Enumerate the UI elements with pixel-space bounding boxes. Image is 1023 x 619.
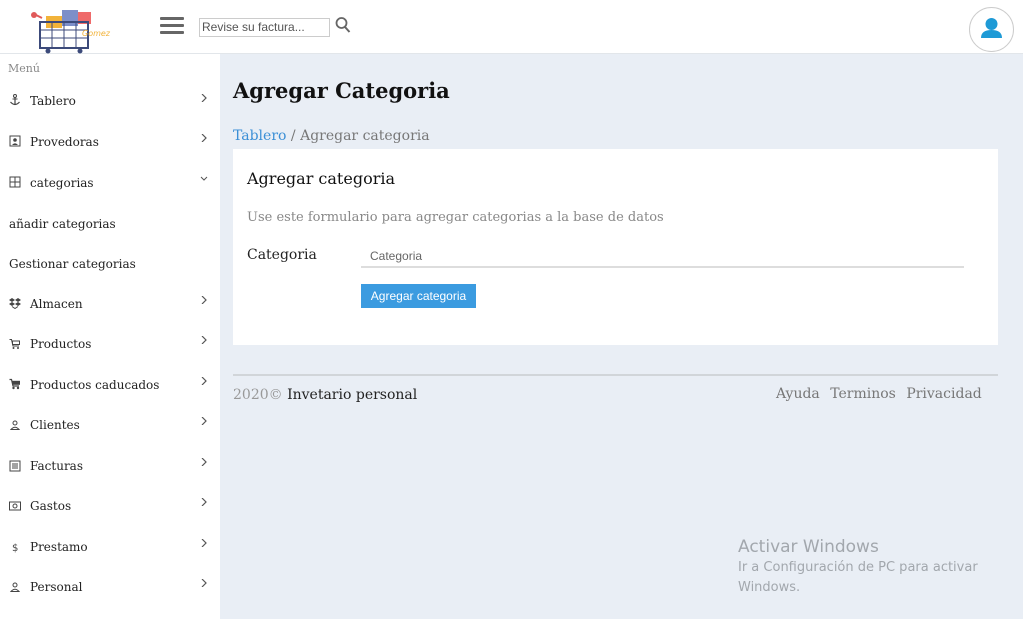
dropbox-icon bbox=[9, 298, 21, 309]
chevron-right-icon bbox=[201, 94, 207, 102]
search-icon[interactable] bbox=[335, 16, 351, 34]
menu-toggle-icon[interactable] bbox=[160, 17, 184, 37]
sidebar-item-prestamo[interactable]: $ Prestamo bbox=[0, 530, 220, 570]
person-icon bbox=[9, 582, 21, 592]
category-field-label: Categoria bbox=[247, 247, 317, 263]
sidebar-item-label: Personal bbox=[30, 580, 83, 594]
dollar-icon: $ bbox=[12, 543, 18, 553]
chevron-down-icon bbox=[200, 176, 208, 181]
money-icon bbox=[9, 501, 21, 511]
shopping-cart-logo[interactable]: Gomez bbox=[30, 6, 120, 54]
page-title: Agregar Categoria bbox=[233, 78, 450, 103]
chevron-right-icon bbox=[201, 458, 207, 466]
document-icon bbox=[9, 460, 21, 472]
sidebar-item-label: añadir categorias bbox=[9, 217, 116, 231]
sidebar-item-facturas[interactable]: Facturas bbox=[0, 449, 220, 489]
sidebar-item-label: Facturas bbox=[30, 459, 83, 473]
grid-icon bbox=[9, 176, 21, 188]
chevron-right-icon bbox=[201, 296, 207, 304]
breadcrumb: Tablero / Agregar categoria bbox=[233, 128, 430, 144]
footer-link-ayuda[interactable]: Ayuda bbox=[776, 386, 820, 402]
sidebar-item-tablero[interactable]: Tablero bbox=[0, 86, 220, 126]
sidebar-item-gastos[interactable]: Gastos bbox=[0, 489, 220, 529]
sidebar-subitem-gestionar-categorias[interactable]: Gestionar categorias bbox=[0, 246, 220, 286]
sidebar: Menú Tablero Provedoras categorias añadi… bbox=[0, 54, 220, 619]
add-category-button[interactable]: Agregar categoria bbox=[361, 284, 476, 308]
breadcrumb-link-tablero[interactable]: Tablero bbox=[233, 128, 286, 144]
category-input[interactable] bbox=[361, 246, 964, 268]
svg-text:$: $ bbox=[12, 543, 18, 553]
sidebar-item-personal[interactable]: Personal bbox=[0, 570, 220, 610]
footer-link-privacidad[interactable]: Privacidad bbox=[906, 386, 981, 402]
watermark-subtitle: Ir a Configuración de PC para activar Wi… bbox=[738, 560, 978, 595]
breadcrumb-separator: / bbox=[286, 128, 301, 144]
sidebar-item-provedoras[interactable]: Provedoras bbox=[0, 126, 220, 166]
cart-filled-icon bbox=[9, 378, 20, 390]
sidebar-item-label: Provedoras bbox=[30, 135, 99, 149]
sidebar-item-label: Productos caducados bbox=[30, 378, 160, 392]
footer-divider bbox=[233, 374, 998, 376]
logo-text: Gomez bbox=[82, 29, 111, 38]
category-form-card: Agregar categoria Use este formulario pa… bbox=[233, 149, 998, 345]
sidebar-item-categorias[interactable]: categorias bbox=[0, 166, 220, 206]
user-icon bbox=[9, 420, 21, 430]
footer-link-terminos[interactable]: Terminos bbox=[830, 386, 896, 402]
sidebar-subitem-anadir-categorias[interactable]: añadir categorias bbox=[0, 206, 220, 246]
anchor-icon bbox=[10, 94, 20, 106]
sidebar-item-label: Gestionar categorias bbox=[9, 257, 136, 271]
footer-copyright: 2020© Invetario personal bbox=[233, 387, 417, 403]
contact-card-icon bbox=[9, 135, 21, 147]
search-form bbox=[199, 16, 351, 37]
breadcrumb-current: Agregar categoria bbox=[300, 128, 430, 144]
sidebar-item-productos-caducados[interactable]: Productos caducados bbox=[0, 368, 220, 408]
chevron-right-icon bbox=[201, 336, 207, 344]
footer-year: 2020© bbox=[233, 387, 283, 403]
chevron-right-icon bbox=[201, 134, 207, 142]
sidebar-item-label: Clientes bbox=[30, 418, 80, 432]
chevron-right-icon bbox=[201, 539, 207, 547]
sidebar-item-almacen[interactable]: Almacen bbox=[0, 287, 220, 327]
card-description: Use este formulario para agregar categor… bbox=[247, 210, 664, 225]
sidebar-item-productos[interactable]: Productos bbox=[0, 327, 220, 367]
user-avatar-button[interactable] bbox=[969, 7, 1014, 52]
sidebar-item-label: Gastos bbox=[30, 499, 72, 513]
sidebar-item-clientes[interactable]: Clientes bbox=[0, 408, 220, 448]
cart-icon bbox=[9, 339, 20, 349]
card-title: Agregar categoria bbox=[247, 169, 396, 188]
search-input[interactable] bbox=[199, 17, 330, 37]
sidebar-item-label: Prestamo bbox=[30, 540, 88, 554]
top-navbar: Gomez bbox=[0, 0, 1023, 54]
user-icon bbox=[981, 18, 1002, 38]
watermark-title: Activar Windows bbox=[738, 537, 879, 557]
chevron-right-icon bbox=[201, 498, 207, 506]
footer-name: Invetario personal bbox=[282, 387, 418, 403]
sidebar-item-label: Productos bbox=[30, 337, 92, 351]
sidebar-item-label: Almacen bbox=[30, 297, 83, 311]
sidebar-item-label: Tablero bbox=[30, 94, 76, 108]
chevron-right-icon bbox=[201, 579, 207, 587]
footer-links: Ayuda Terminos Privacidad bbox=[776, 386, 988, 402]
sidebar-item-label: categorias bbox=[30, 176, 94, 190]
sidebar-heading: Menú bbox=[8, 62, 40, 75]
windows-activation-watermark: Activar Windows Ir a Configuración de PC… bbox=[738, 537, 1008, 598]
chevron-right-icon bbox=[201, 417, 207, 425]
chevron-right-icon bbox=[201, 377, 207, 385]
